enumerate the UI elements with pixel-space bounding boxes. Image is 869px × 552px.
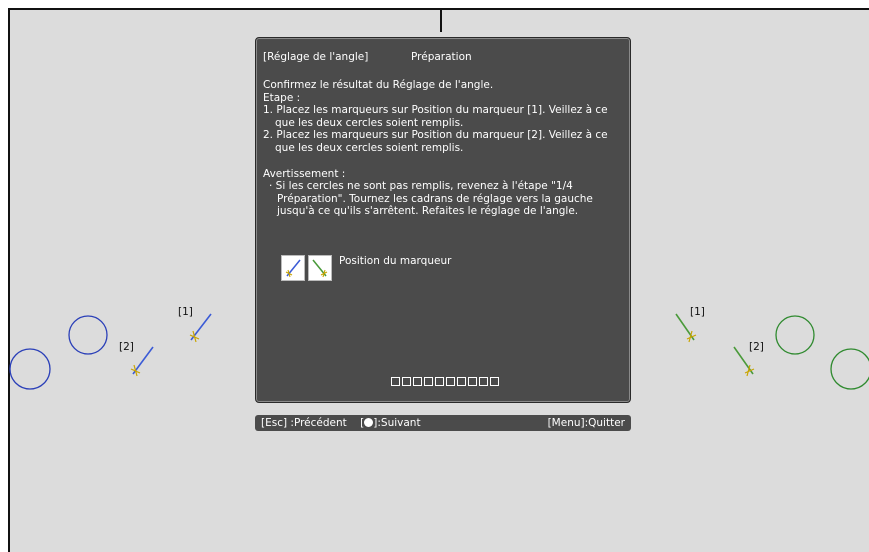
progress-box [424,377,433,386]
left-marker-2-label: [2] [119,341,134,353]
angle-adjustment-dialog: [Réglage de l'angle] Préparation Confirm… [255,37,631,403]
enter-icon [364,418,374,427]
right-marker-1-icon [675,313,697,343]
progress-box [391,377,400,386]
right-marker-2-label: [2] [749,341,764,353]
right-circle-upper [775,315,815,355]
progress-box [446,377,455,386]
next-hint[interactable]: []:Suivant [360,417,420,429]
dialog-body: Confirmez le résultat du Réglage de l'an… [263,79,621,218]
marker-position-label: Position du marqueur [339,255,452,267]
green-marker-icon [308,255,332,281]
dialog-subtitle: Préparation [411,51,472,63]
left-circle-lower [9,348,51,390]
steps-heading: Etape : [263,91,301,104]
progress-box [490,377,499,386]
warning-text: · Si les cercles ne sont pas remplis, re… [269,180,593,218]
key-guide-bar: [Esc] :Précédent []:Suivant [Menu]:Quitt… [255,415,631,431]
dialog-title: [Réglage de l'angle] [263,51,369,63]
progress-box [468,377,477,386]
footer-left: [Esc] :Précédent []:Suivant [261,415,421,431]
back-hint[interactable]: [Esc] :Précédent [261,417,347,429]
progress-box [413,377,422,386]
intro-line: Confirmez le résultat du Réglage de l'an… [263,79,494,91]
step-1: 1. Placez les marqueurs sur Position du … [263,104,608,129]
warning-title: Avertissement : [263,167,346,180]
progress-indicator [391,377,499,386]
quit-hint[interactable]: [Menu]:Quitter [548,415,625,431]
blue-marker-icon [281,255,305,281]
step-2: 2. Placez les marqueurs sur Position du … [263,129,608,154]
left-marker-1-label: [1] [178,306,193,318]
progress-box [479,377,488,386]
left-marker-1-icon [189,313,212,343]
progress-box [457,377,466,386]
left-circle-upper [68,315,108,355]
dialog-header: [Réglage de l'angle] Préparation [263,51,472,64]
progress-box [435,377,444,386]
left-marker-2-icon [130,346,154,377]
progress-box [402,377,411,386]
right-circle-lower [830,348,869,390]
right-marker-1-label: [1] [690,306,705,318]
